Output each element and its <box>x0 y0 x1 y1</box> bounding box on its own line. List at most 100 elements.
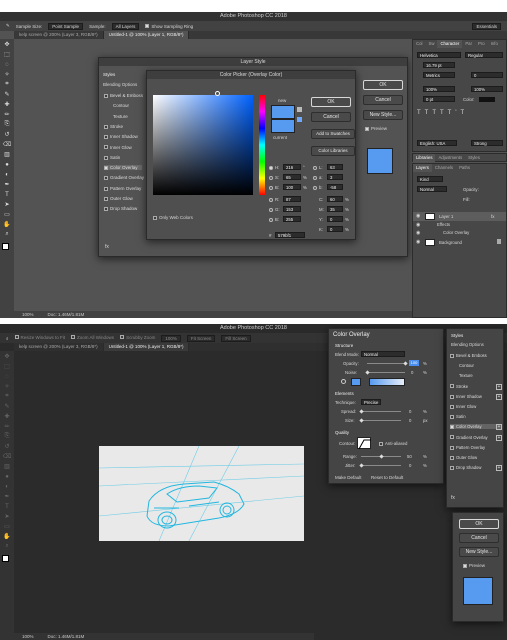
add-effect-icon[interactable]: + <box>496 393 502 400</box>
technique-select[interactable]: Precise <box>361 399 381 405</box>
dodge-tool-icon[interactable]: ◐ <box>2 482 12 491</box>
lab-field-input[interactable]: 60 <box>327 196 343 202</box>
contour-picker[interactable] <box>357 437 371 450</box>
tab-kelp-screen[interactable]: kelp screen @ 200% (Layer 3, RGB/8*) <box>14 31 104 39</box>
anti-aliased-checkbox[interactable]: Anti-aliased <box>379 441 407 446</box>
hue-slider[interactable] <box>259 95 265 195</box>
panel-tab[interactable]: Libraries <box>413 154 436 162</box>
color-field-input[interactable]: 65 <box>283 174 301 180</box>
lab-mode-radio[interactable] <box>313 186 317 190</box>
eye-icon[interactable]: ◉ <box>416 213 420 219</box>
lab-field-input[interactable]: 35 <box>327 206 343 212</box>
tab-untitled-1-bottom[interactable]: Untitled-1 @ 100% (Layer 1, RGB/8*) <box>103 343 190 351</box>
font-family-select[interactable]: Helvetica <box>417 52 461 58</box>
tab-untitled-1[interactable]: Untitled-1 @ 100% (Layer 1, RGB/8*) <box>103 31 190 39</box>
current-color-swatch[interactable] <box>271 119 295 133</box>
panel-tab[interactable]: Par <box>462 40 475 48</box>
type-tool-icon[interactable]: T <box>2 502 12 511</box>
style-checkbox[interactable] <box>450 466 454 471</box>
hand-tool-icon[interactable]: ✋ <box>2 532 12 541</box>
hand-tool-icon[interactable]: ✋ <box>2 220 12 229</box>
layer-style-item[interactable]: Texture <box>113 114 128 119</box>
styles-panel-item[interactable]: Drop Shadow <box>450 465 481 470</box>
lab-field-input[interactable]: 0 <box>327 216 343 222</box>
pen-tool-icon[interactable]: ✒ <box>2 180 12 189</box>
layer-style-item[interactable]: Stroke <box>104 124 123 129</box>
color-picker-cancel-button[interactable]: Cancel <box>311 112 351 122</box>
zoom-tool-icon[interactable]: ⌕ <box>6 336 9 341</box>
lab-mode-radio[interactable] <box>313 166 317 170</box>
slider-knob[interactable] <box>358 409 364 414</box>
styles-panel-item[interactable]: Contour <box>459 363 474 368</box>
show-sampling-ring-checkbox[interactable]: Show Sampling Ring <box>145 24 193 29</box>
anti-alias-select[interactable]: Strong <box>471 140 503 146</box>
styles-panel-item[interactable]: Inner Glow <box>450 404 476 409</box>
zoom-tool-icon[interactable]: ⌕ <box>2 230 12 239</box>
color-mode-radio[interactable] <box>269 176 273 180</box>
gradient-tool-icon[interactable]: ▥ <box>2 150 12 159</box>
layer-row[interactable]: ◉ Effects <box>413 221 506 229</box>
vertical-scale-input[interactable]: 100% <box>423 86 455 92</box>
crop-tool-icon[interactable]: ⌗ <box>2 80 12 89</box>
new-style-button[interactable]: New Style... <box>363 110 403 120</box>
zoom-option[interactable]: Zoom All Windows <box>71 335 114 342</box>
layer-style-item[interactable]: Drop Shadow <box>104 206 137 211</box>
color-field-input[interactable]: 255 <box>283 216 301 222</box>
history-brush-tool-icon[interactable]: ↺ <box>2 442 12 451</box>
layer-row[interactable]: ◉ Color Overlay <box>413 229 506 237</box>
reset-to-default-button[interactable]: Reset to Default <box>371 475 403 480</box>
styles-new-style-button[interactable]: New Style... <box>459 547 499 557</box>
color-field-input[interactable]: 153 <box>283 206 301 212</box>
eye-icon[interactable]: ◉ <box>416 230 420 236</box>
panel-tab[interactable]: Info <box>488 40 501 48</box>
style-checkbox[interactable] <box>450 394 454 399</box>
eyedropper-tool-icon[interactable]: ✎ <box>2 90 12 99</box>
gamut-warning-icon[interactable] <box>297 107 302 112</box>
stamp-tool-icon[interactable]: ⎘ <box>2 432 12 441</box>
size-value[interactable]: 0 <box>409 418 411 423</box>
layer-style-item[interactable]: Pattern Overlay <box>104 186 141 191</box>
style-checkbox[interactable] <box>104 176 108 181</box>
blend-mode-select[interactable]: Normal <box>361 351 405 357</box>
move-tool-icon[interactable]: ✥ <box>2 352 12 361</box>
color-field-input[interactable]: 100 <box>283 184 301 190</box>
quick-select-tool-icon[interactable]: ✧ <box>2 382 12 391</box>
style-checkbox[interactable] <box>104 207 108 212</box>
pen-tool-icon[interactable]: ✒ <box>2 492 12 501</box>
lasso-tool-icon[interactable]: ◌ <box>2 372 12 381</box>
gradient-preview[interactable] <box>369 378 405 386</box>
style-checkbox[interactable] <box>450 435 454 440</box>
panel-tab[interactable]: Styles <box>465 154 483 162</box>
style-checkbox[interactable] <box>450 404 454 409</box>
color-picker-ok-button[interactable]: OK <box>311 97 351 107</box>
baseline-shift-input[interactable]: 0 pt <box>423 96 455 102</box>
slider-knob[interactable] <box>358 463 364 468</box>
add-effect-icon[interactable]: + <box>496 424 502 431</box>
style-checkbox[interactable] <box>104 196 108 201</box>
hex-input[interactable]: 579bf1 <box>275 232 305 238</box>
zoom-option[interactable]: Resize Windows to Fit <box>14 335 65 342</box>
noise-slider[interactable] <box>367 372 405 373</box>
fx-icon-bottom[interactable]: fx <box>451 495 455 501</box>
text-style-buttons[interactable]: TTTTT'T <box>417 110 468 116</box>
zoom-level-bottom[interactable]: 100% <box>22 633 34 640</box>
add-effect-icon[interactable]: + <box>496 434 502 441</box>
marquee-tool-icon[interactable]: ⬚ <box>2 362 12 371</box>
preview-checkbox[interactable]: Preview <box>365 126 387 131</box>
range-value[interactable]: 50 <box>407 454 412 459</box>
panel-tab[interactable]: Layers <box>413 164 432 172</box>
layer-blend-select[interactable]: Normal <box>417 186 447 192</box>
zoom-option[interactable]: Fill Screen <box>221 334 251 342</box>
styles-cancel-button[interactable]: Cancel <box>459 533 499 543</box>
style-checkbox[interactable] <box>104 93 108 98</box>
panel-tab[interactable]: Character <box>437 40 463 48</box>
panel-tab[interactable]: Paths <box>456 164 473 172</box>
style-checkbox[interactable] <box>104 135 108 139</box>
layer-style-item[interactable]: Inner Shadow <box>104 134 138 139</box>
spread-value[interactable]: 0 <box>409 409 411 414</box>
color-mode-radio[interactable] <box>269 186 273 190</box>
layer-style-item[interactable]: Satin <box>104 155 120 160</box>
eraser-tool-icon[interactable]: ⌫ <box>2 140 12 149</box>
blending-options-item[interactable]: Blending Options <box>103 82 137 87</box>
healing-tool-icon[interactable]: ✚ <box>2 412 12 421</box>
